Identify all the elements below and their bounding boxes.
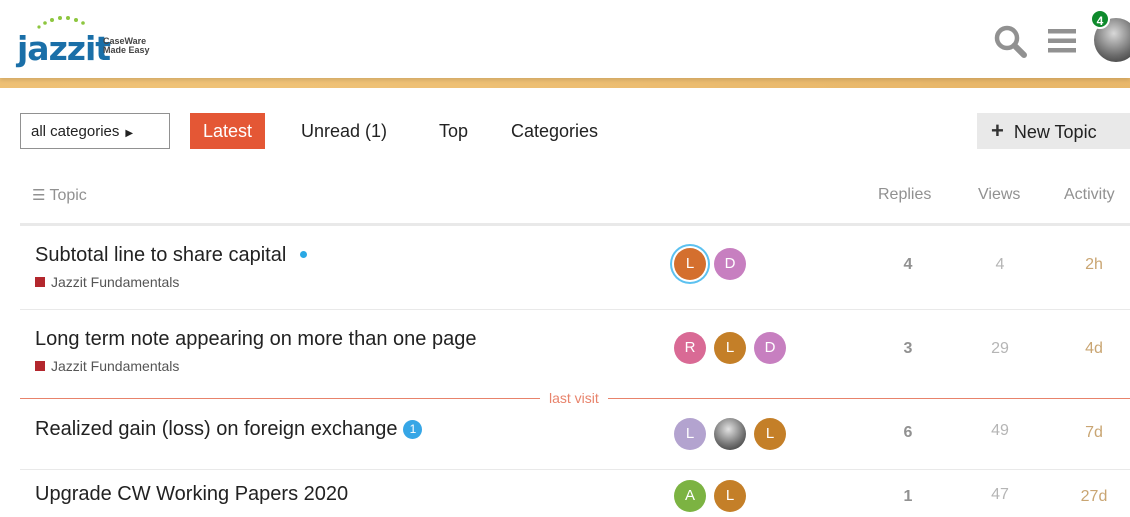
poster-avatar[interactable]: R bbox=[674, 332, 706, 364]
logo-wordmark: jazzit bbox=[17, 29, 111, 68]
site-header: jazzit CaseWare Made Easy 4 bbox=[0, 0, 1130, 78]
topic-row[interactable]: Realized gain (loss) on foreign exchange… bbox=[20, 400, 1130, 470]
poster-avatar[interactable]: L bbox=[714, 332, 746, 364]
plus-icon: + bbox=[991, 118, 1004, 143]
hamburger-menu-icon[interactable] bbox=[1046, 27, 1078, 55]
main-content: all categories ▶ Latest Unread (1) Top Ca… bbox=[0, 88, 1130, 517]
activity-time[interactable]: 2h bbox=[1064, 256, 1124, 274]
caret-right-icon: ▶ bbox=[125, 128, 134, 139]
topic-row[interactable]: Upgrade CW Working Papers 2020 A L 1 47 … bbox=[20, 470, 1130, 517]
views-count: 4 bbox=[995, 256, 1005, 273]
tab-top[interactable]: Top bbox=[426, 113, 481, 149]
topic-table-header: ☰ Topic Replies Views Activity bbox=[20, 168, 1130, 226]
topic-title[interactable]: Long term note appearing on more than on… bbox=[35, 328, 476, 351]
tab-unread[interactable]: Unread (1) bbox=[288, 113, 400, 149]
category-color-icon bbox=[35, 361, 45, 371]
views-count: 29 bbox=[991, 340, 1009, 357]
logo-dots-icon bbox=[37, 16, 85, 29]
column-views[interactable]: Views bbox=[978, 186, 1020, 204]
topic-category[interactable]: Jazzit Fundamentals bbox=[35, 358, 179, 374]
topic-row[interactable]: Subtotal line to share capital Jazzit Fu… bbox=[20, 226, 1130, 310]
topic-title[interactable]: Upgrade CW Working Papers 2020 bbox=[35, 483, 348, 506]
topic-category[interactable]: Jazzit Fundamentals bbox=[35, 274, 179, 290]
poster-avatar[interactable]: D bbox=[714, 248, 746, 280]
topic-row[interactable]: Long term note appearing on more than on… bbox=[20, 310, 1130, 394]
notification-badge[interactable]: 4 bbox=[1090, 9, 1110, 29]
replies-count[interactable]: 1 bbox=[878, 488, 938, 506]
replies-count[interactable]: 4 bbox=[878, 256, 938, 274]
jazzit-logo[interactable]: jazzit CaseWare Made Easy bbox=[15, 13, 175, 68]
navigation-bar: all categories ▶ Latest Unread (1) Top Ca… bbox=[0, 88, 1130, 168]
activity-time[interactable]: 27d bbox=[1064, 488, 1124, 506]
new-topic-button[interactable]: + New Topic bbox=[977, 113, 1130, 149]
poster-avatar[interactable]: D bbox=[754, 332, 786, 364]
poster-photo-avatar[interactable] bbox=[714, 418, 746, 450]
new-posts-badge[interactable]: 1 bbox=[403, 420, 423, 439]
poster-avatar[interactable]: A bbox=[674, 480, 706, 512]
poster-avatar[interactable]: L bbox=[674, 418, 706, 450]
search-icon[interactable] bbox=[993, 24, 1027, 58]
category-color-icon bbox=[35, 277, 45, 287]
column-replies[interactable]: Replies bbox=[878, 186, 931, 204]
column-topic[interactable]: ☰ Topic bbox=[32, 186, 87, 205]
column-activity[interactable]: Activity bbox=[1064, 186, 1115, 204]
tab-categories[interactable]: Categories bbox=[498, 113, 611, 149]
topic-title[interactable]: Realized gain (loss) on foreign exchange… bbox=[35, 418, 423, 441]
views-count: 47 bbox=[991, 486, 1009, 503]
unread-dot-icon bbox=[300, 251, 308, 258]
logo-tagline: CaseWare Made Easy bbox=[103, 36, 150, 55]
list-icon: ☰ bbox=[32, 187, 46, 204]
replies-count[interactable]: 6 bbox=[878, 424, 938, 442]
activity-time[interactable]: 4d bbox=[1064, 340, 1124, 358]
poster-avatar[interactable]: L bbox=[674, 248, 706, 280]
poster-avatar[interactable]: L bbox=[714, 480, 746, 512]
activity-time[interactable]: 7d bbox=[1064, 424, 1124, 442]
topic-title[interactable]: Subtotal line to share capital bbox=[35, 244, 308, 267]
category-dropdown[interactable]: all categories ▶ bbox=[20, 113, 170, 149]
views-count: 49 bbox=[991, 422, 1009, 439]
forum-page: jazzit CaseWare Made Easy 4 all categori… bbox=[0, 0, 1130, 517]
poster-avatar[interactable]: L bbox=[754, 418, 786, 450]
replies-count[interactable]: 3 bbox=[878, 340, 938, 358]
tab-latest[interactable]: Latest bbox=[190, 113, 266, 149]
